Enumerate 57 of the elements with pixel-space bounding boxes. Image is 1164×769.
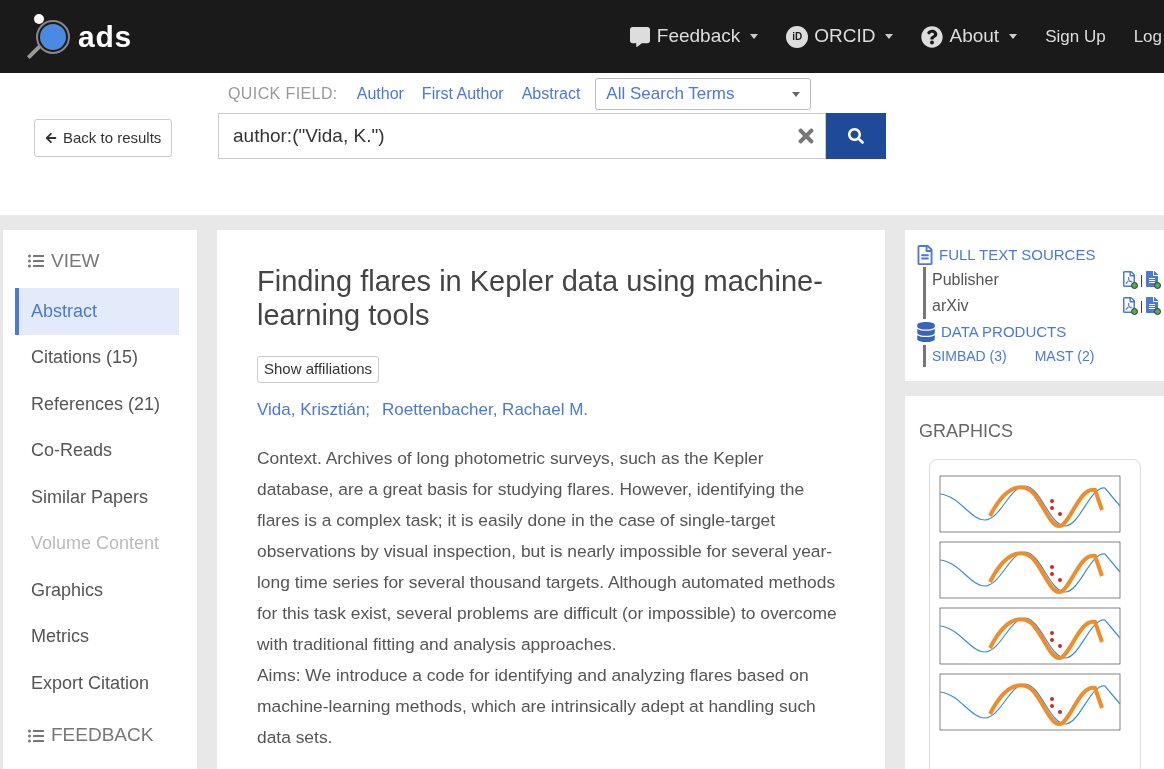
nav-link[interactable]: About	[921, 22, 1018, 51]
pdf-icon[interactable]	[1121, 296, 1138, 315]
separator: |	[1139, 271, 1143, 289]
document-icon[interactable]	[1145, 296, 1161, 315]
sidebar-item[interactable]: Export Citation	[15, 660, 179, 707]
quick-field-link[interactable]: Author	[356, 82, 404, 106]
search-button[interactable]	[826, 113, 886, 159]
author-name-link[interactable]: Vida, Krisztián;	[257, 397, 371, 423]
sidebar-item[interactable]: Abstract	[15, 288, 179, 335]
data-product-link[interactable]: MAST (2)	[1034, 345, 1095, 367]
source-label: Publisher	[932, 269, 999, 290]
quick-field-label: QUICK FIELD:	[228, 84, 338, 104]
author-name-link[interactable]: Roettenbacher, Rachael M.	[382, 397, 589, 423]
flare-points	[1050, 565, 1062, 582]
id-badge-icon: iD	[786, 25, 809, 48]
quick-field-link[interactable]: Abstract	[521, 82, 581, 106]
database-icon	[917, 321, 935, 342]
abstract-paragraph: Context. Archives of long photometric surveys, such as the Kepler database, are a great basis for studying flares. However, identifying the flares is a complex task; it is easily done in the case of single-target observations by visual inspection, but is nearly impossible for several year-long time series for several thousand targets. Although automated methods for this task exist, several problems are difficult (or impossible) to overcome with traditional fitting and analysis approaches.	[257, 446, 838, 656]
flare-points	[1050, 631, 1062, 648]
list-icon	[27, 727, 45, 744]
sidebar-item[interactable]: Citations (15)	[15, 334, 179, 381]
flare-points	[1050, 697, 1062, 714]
list-icon	[27, 253, 45, 269]
sidebar-item[interactable]: Co-Reads	[15, 427, 179, 474]
nav-link[interactable]: Feedback	[628, 22, 759, 51]
search-field[interactable]: author:("Vida, K.")	[218, 113, 826, 159]
source-label: arXiv	[932, 295, 969, 316]
document-icon	[917, 245, 933, 266]
back-button[interactable]: Back to results	[34, 119, 173, 157]
sidebar-item[interactable]: Graphics	[15, 567, 179, 614]
sidebar-item[interactable]: Metrics	[15, 613, 179, 660]
help-icon	[921, 25, 944, 48]
pdf-icon[interactable]	[1121, 270, 1138, 289]
section-heading: FULL TEXT SOURCES	[939, 245, 1096, 265]
search-icon	[848, 128, 864, 144]
sidebar-heading: FEEDBACK	[51, 723, 154, 748]
quick-field-link[interactable]: First Author	[421, 82, 504, 106]
sidebar-item[interactable]: Similar Papers	[15, 474, 179, 521]
article-title: Finding flares in Kepler data using machine-learning tools	[257, 264, 824, 332]
graphics-thumbnail-card[interactable]	[929, 459, 1141, 769]
data-product-link[interactable]: SIMBAD (3)	[932, 345, 1007, 367]
search-terms-select[interactable]: All Search Terms	[595, 78, 812, 110]
section-heading: GRAPHICS	[919, 420, 1015, 443]
speech-bubble-icon	[628, 26, 651, 47]
separator: |	[1139, 297, 1143, 315]
sidebar-item[interactable]: References (21)	[15, 381, 179, 428]
nav-link[interactable]: Sign Up	[1045, 23, 1106, 50]
document-icon[interactable]	[1145, 270, 1161, 289]
nav-link[interactable]: Log	[1133, 23, 1162, 50]
sidebar-heading: VIEW	[51, 248, 100, 273]
arrow-left-icon	[45, 132, 57, 144]
nav-link[interactable]: iD ORCID	[786, 22, 894, 51]
show-affiliations-button[interactable]: Show affiliations	[257, 356, 380, 383]
section-heading: DATA PRODUCTS	[941, 321, 1067, 342]
flare-points	[1050, 499, 1062, 516]
abstract-paragraph: Aims: We introduce a code for identifying and analyzing flares based on machine-learning methods, which are intrinsically adept at handling such data sets.	[257, 663, 817, 749]
logo-text[interactable]: ads	[78, 14, 132, 59]
